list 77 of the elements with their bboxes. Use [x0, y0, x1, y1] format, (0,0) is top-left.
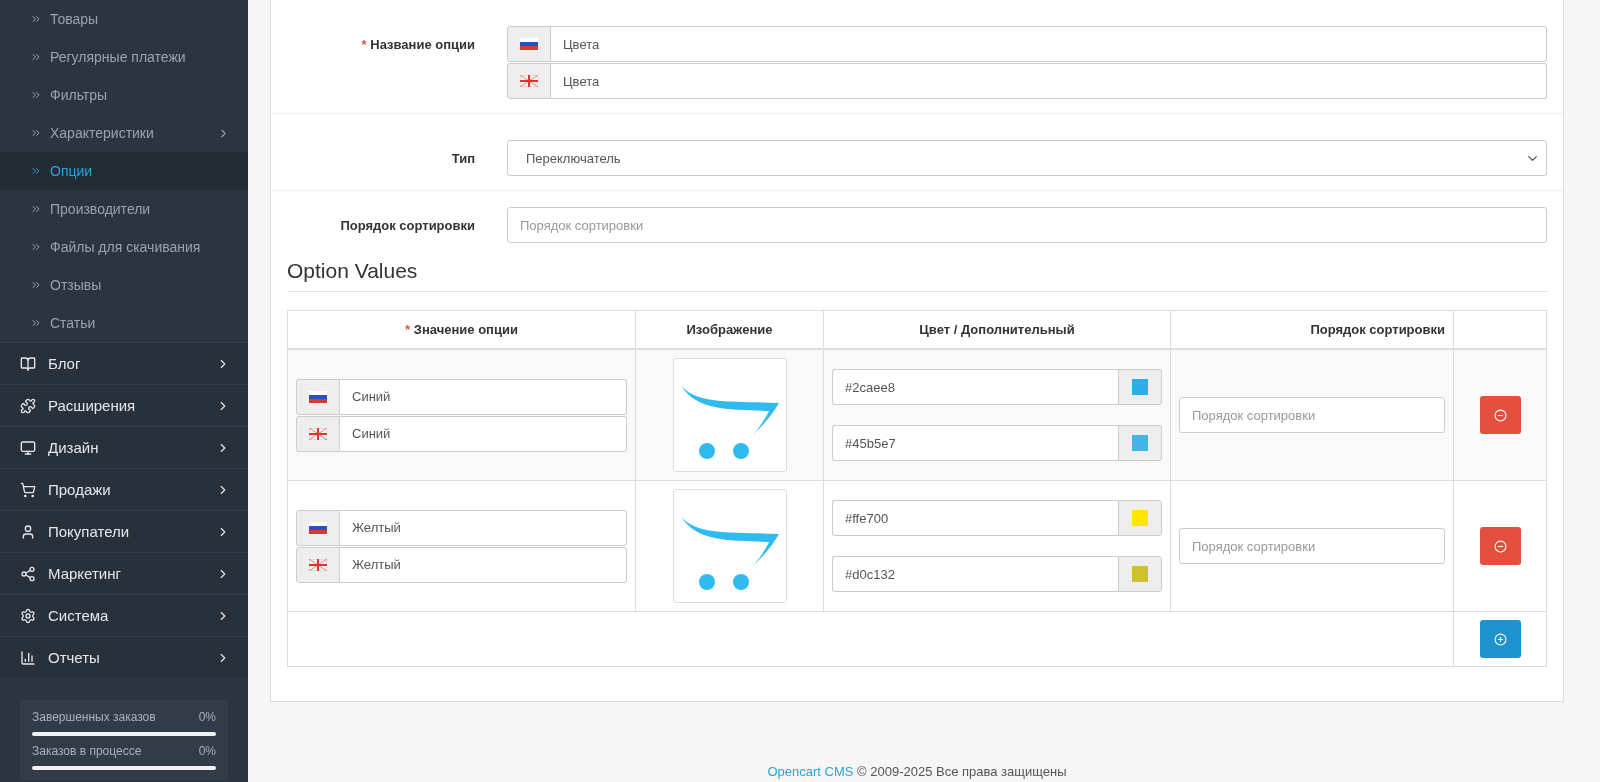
remove-button[interactable] — [1479, 396, 1521, 434]
sidebar-subitem[interactable]: Опции — [0, 152, 248, 190]
double-chevron-icon — [30, 51, 42, 63]
sort-order-field[interactable]: Порядок сортировки — [1179, 528, 1445, 564]
sidebar-menu-item[interactable]: Дизайн — [0, 426, 248, 468]
double-chevron-icon — [30, 241, 42, 253]
sidebar-subitem[interactable]: Регулярные платежи — [0, 38, 248, 76]
sidebar-subitem[interactable]: Файлы для скачивания — [0, 228, 248, 266]
sidebar-menu-item[interactable]: Маркетинг — [0, 552, 248, 594]
image-thumbnail[interactable] — [672, 358, 787, 472]
british-flag-icon — [520, 75, 538, 87]
color-field[interactable]: #d0c132 — [832, 556, 1118, 592]
image-thumbnail[interactable] — [672, 489, 787, 603]
type-select[interactable]: Переключатель — [507, 140, 1547, 176]
sidebar-subitem[interactable]: Характеристики — [0, 114, 248, 152]
sidebar-subitem[interactable]: Фильтры — [0, 76, 248, 114]
field-label: Тип — [450, 150, 475, 168]
option-value-field[interactable]: Желтый — [340, 546, 627, 583]
section-title: Option Values — [287, 259, 1547, 292]
column-title: Порядок сортировки — [1310, 322, 1445, 337]
russian-flag-icon — [309, 390, 327, 403]
field-label: * Название опции — [360, 36, 475, 54]
double-chevron-icon — [30, 89, 42, 101]
sort-order-field[interactable]: Порядок сортировки — [507, 207, 1547, 243]
option-name-field[interactable]: Цвета — [551, 26, 1547, 62]
cart-icon — [20, 481, 36, 498]
sort-order-field[interactable]: Порядок сортировки — [1179, 397, 1445, 433]
british-flag-icon — [309, 558, 327, 571]
russian-flag-icon — [309, 521, 327, 534]
sidebar-menu-item[interactable]: Продажи — [0, 468, 248, 510]
settings-icon — [20, 607, 36, 624]
double-chevron-icon — [30, 203, 42, 215]
field-label: Порядок сортировки — [339, 217, 475, 235]
user-icon — [20, 523, 36, 540]
russian-flag-icon — [520, 38, 538, 50]
monitor-icon — [20, 439, 36, 456]
add-button[interactable] — [1479, 620, 1521, 658]
bar-chart-icon — [20, 649, 36, 666]
option-value-field[interactable]: Синий — [340, 415, 627, 452]
british-flag-icon — [309, 427, 327, 440]
minus-circle-icon — [1493, 539, 1507, 553]
option-value-field[interactable]: Желтый — [340, 509, 627, 546]
plus-circle-icon — [1493, 632, 1507, 646]
stat-reading: 0% — [198, 710, 216, 724]
sidebar-menu-item[interactable]: Покупатели — [0, 510, 248, 552]
sidebar-menu-item[interactable]: Расширения — [0, 384, 248, 426]
color-field[interactable]: #45b5e7 — [832, 425, 1118, 461]
sidebar-subitem[interactable]: Отзывы — [0, 266, 248, 304]
share-icon — [20, 565, 36, 582]
double-chevron-icon — [30, 13, 42, 25]
remove-button[interactable] — [1479, 527, 1521, 565]
column-title: Цвет / Дополнительный — [919, 322, 1075, 337]
double-chevron-icon — [30, 317, 42, 329]
double-chevron-icon — [30, 127, 42, 139]
sidebar-menu-item[interactable]: Система — [0, 594, 248, 636]
double-chevron-icon — [30, 279, 42, 291]
column-title: Изображение — [686, 322, 773, 337]
color-field[interactable]: #ffe700 — [832, 500, 1118, 536]
minus-circle-icon — [1493, 408, 1507, 422]
sidebar-menu-item[interactable]: Отчеты — [0, 636, 248, 678]
color-field[interactable]: #2caee8 — [832, 369, 1118, 405]
stat-reading: 0% — [198, 744, 216, 758]
option-name-field[interactable]: Цвета — [551, 63, 1547, 99]
sidebar-menu-item[interactable]: Блог — [0, 342, 248, 384]
sidebar-subitem[interactable]: Производители — [0, 190, 248, 228]
sidebar-subitem[interactable]: Товары — [0, 0, 248, 38]
stat-label: Завершенных заказов — [32, 710, 156, 724]
required-mark: * — [405, 322, 412, 337]
double-chevron-icon — [30, 165, 42, 177]
required-mark: * — [361, 37, 368, 52]
sidebar-subitem[interactable]: Статьи — [0, 304, 248, 342]
copyright-text: © 2009-2025 Все права защищены — [857, 764, 1067, 779]
puzzle-icon — [20, 397, 36, 414]
column-title: Значение опции — [413, 322, 518, 337]
option-value-field[interactable]: Синий — [340, 378, 627, 415]
stat-label: Заказов в процессе — [32, 744, 142, 758]
book-icon — [20, 355, 36, 372]
